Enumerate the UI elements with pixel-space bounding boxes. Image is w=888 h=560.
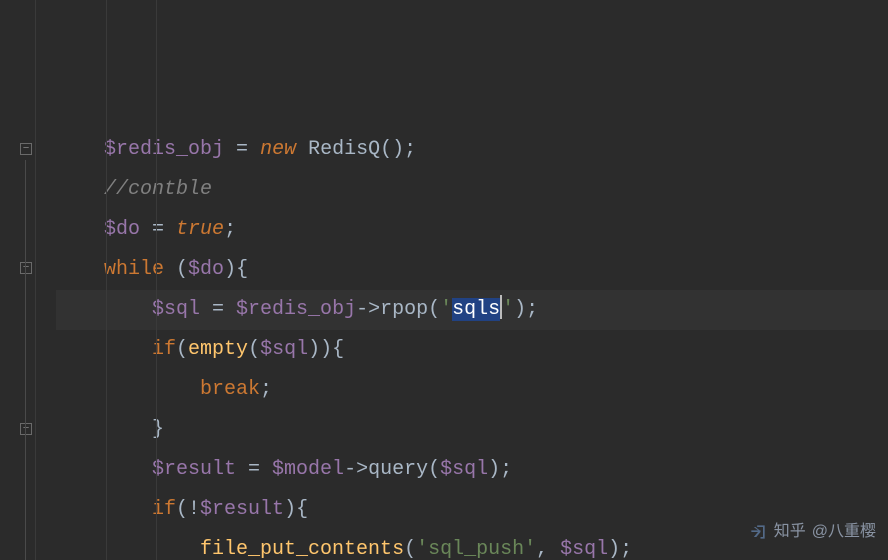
code-token: -> — [344, 458, 368, 481]
code-token: $do — [188, 258, 224, 281]
code-line[interactable]: //contble — [56, 170, 888, 210]
code-token: $result — [200, 498, 284, 521]
code-token: ' — [502, 298, 514, 321]
code-token: //contble — [104, 178, 212, 201]
code-token: ( — [248, 338, 260, 361]
code-line[interactable]: $redis_obj = new RedisQ(); — [56, 130, 888, 170]
code-token: ); — [608, 538, 632, 560]
code-token: file_put_contents — [200, 538, 404, 560]
fold-toggle[interactable]: − — [20, 143, 32, 155]
code-token: RedisQ — [308, 138, 380, 161]
fold-toggle[interactable]: − — [20, 423, 32, 435]
watermark: 知乎 @八重樱 — [748, 512, 876, 552]
editor-gutter: − − − — [0, 0, 36, 560]
code-token: ' — [440, 298, 452, 321]
code-token: 'sql_push' — [416, 538, 536, 560]
code-token: ); — [488, 458, 512, 481]
code-token: $result — [152, 458, 236, 481]
code-line[interactable]: $result = $model->query($sql); — [56, 450, 888, 490]
code-token: $do — [104, 218, 140, 241]
code-token: $sql — [440, 458, 488, 481]
code-line[interactable]: } — [56, 410, 888, 450]
code-token: )){ — [308, 338, 344, 361]
code-token: , — [536, 538, 560, 560]
code-token: ( — [428, 298, 440, 321]
text-caret — [500, 295, 502, 319]
code-token: ( — [176, 338, 188, 361]
code-token: new — [260, 138, 296, 161]
code-token: ( — [428, 458, 440, 481]
watermark-user: @八重樱 — [812, 512, 876, 552]
code-token: break — [200, 378, 260, 401]
code-line[interactable]: if(empty($sql)){ — [56, 330, 888, 370]
code-token: (! — [176, 498, 200, 521]
code-token: $redis_obj — [104, 138, 224, 161]
code-token: } — [152, 418, 164, 441]
code-token — [296, 138, 308, 161]
code-token: ); — [514, 298, 538, 321]
code-token: query — [368, 458, 428, 481]
code-token: $sql — [152, 298, 200, 321]
code-line[interactable]: break; — [56, 370, 888, 410]
code-token: $sql — [260, 338, 308, 361]
code-token: ; — [224, 218, 236, 241]
fold-toggle[interactable]: − — [20, 262, 32, 274]
code-token: rpop — [380, 298, 428, 321]
code-token: $redis_obj — [236, 298, 356, 321]
code-token: = — [236, 458, 272, 481]
code-line[interactable]: while ($do){ — [56, 250, 888, 290]
code-token: (); — [380, 138, 416, 161]
code-token: -> — [356, 298, 380, 321]
code-token: ( — [164, 258, 188, 281]
code-token: sqls — [452, 298, 500, 321]
code-token: = — [140, 218, 176, 241]
code-token: ){ — [284, 498, 308, 521]
code-token: = — [200, 298, 236, 321]
zhihu-icon — [748, 522, 768, 542]
watermark-site: 知乎 — [774, 512, 806, 552]
code-token: empty — [188, 338, 248, 361]
code-editor[interactable]: $redis_obj = new RedisQ(); //contble $do… — [36, 0, 888, 560]
code-line[interactable]: $sql = $redis_obj->rpop('sqls'); — [56, 290, 888, 330]
code-line[interactable]: $do = true; — [56, 210, 888, 250]
code-token: = — [224, 138, 260, 161]
code-token: $sql — [560, 538, 608, 560]
fold-line — [25, 160, 26, 560]
code-token: $model — [272, 458, 344, 481]
code-token: true — [176, 218, 224, 241]
code-token: ; — [260, 378, 272, 401]
code-token: ){ — [224, 258, 248, 281]
code-token: ( — [404, 538, 416, 560]
